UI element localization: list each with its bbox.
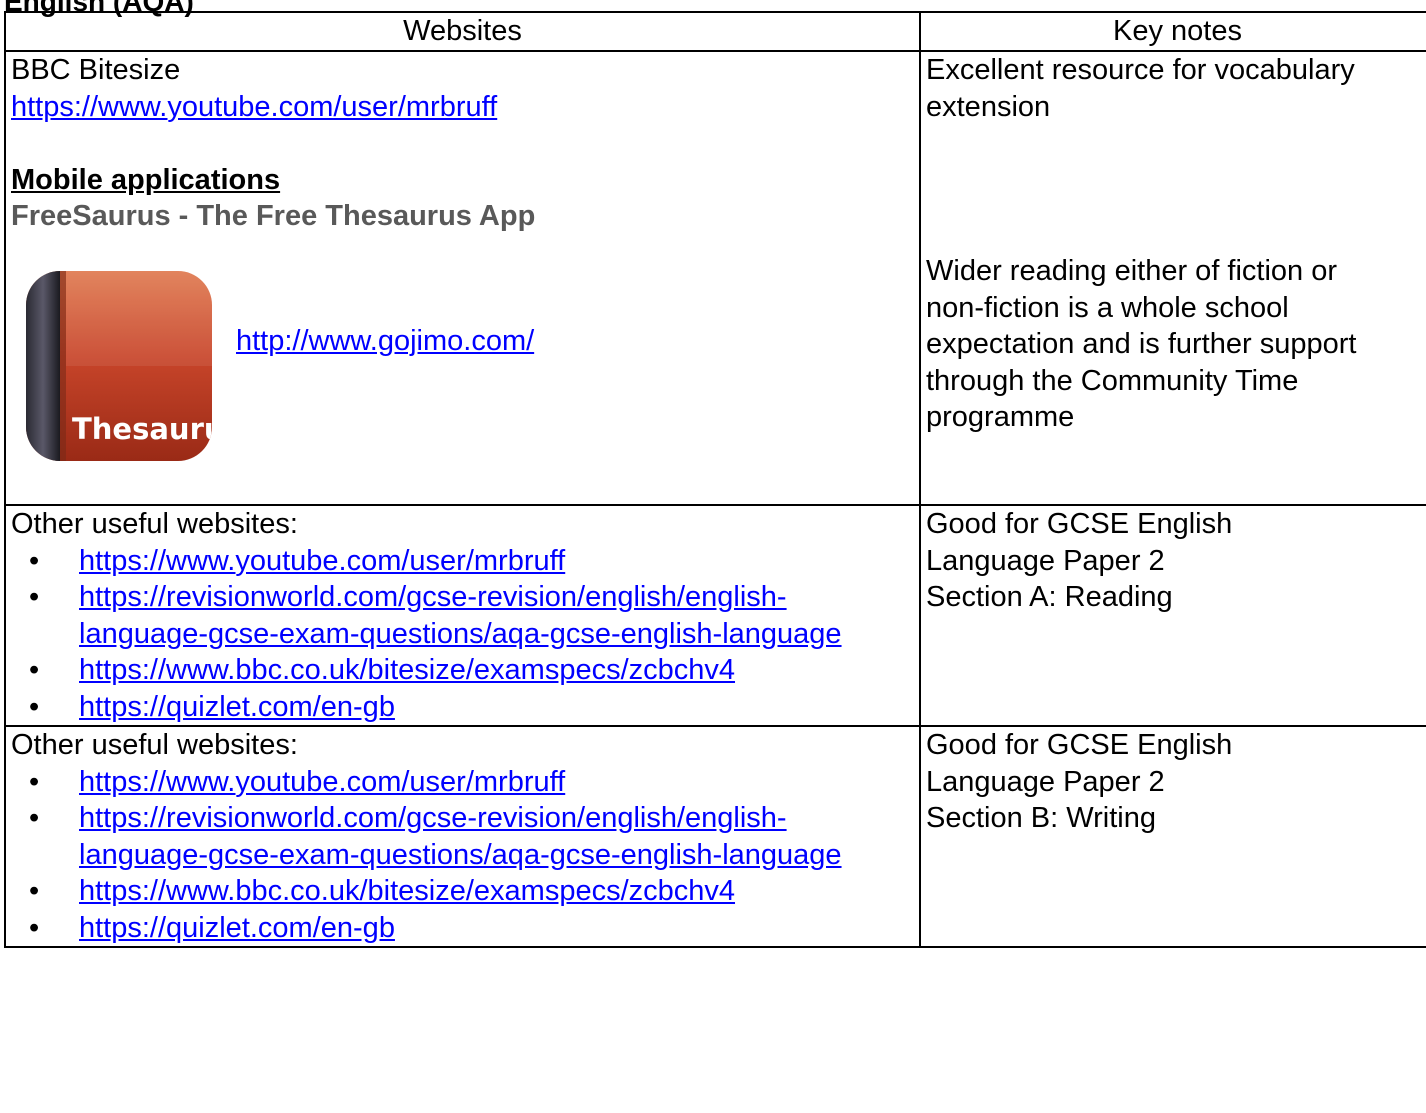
- note-line: Section A: Reading: [926, 581, 1173, 613]
- note-line: Section B: Writing: [926, 802, 1156, 834]
- link-list: https://www.youtube.com/user/mrbruff htt…: [11, 764, 919, 947]
- site-link[interactable]: https://www.youtube.com/user/mrbruff: [11, 89, 919, 126]
- note-line: through the Community Time: [926, 364, 1299, 397]
- resources-table: Websites Key notes BBC Bitesize https://…: [4, 11, 1426, 948]
- list-item: https://www.bbc.co.uk/bitesize/examspecs…: [11, 873, 919, 910]
- note-line: Wider reading either of fiction or: [926, 255, 1338, 287]
- websites-cell: Other useful websites: https://www.youtu…: [4, 504, 921, 727]
- app-icon-label: Thesaurus: [72, 412, 212, 446]
- link-revisionworld[interactable]: https://revisionworld.com/gcse-revision/…: [79, 802, 842, 871]
- app-block: Thesaurus http://www.gojimo.com/: [11, 270, 919, 461]
- header-key-notes: Key notes: [919, 11, 1426, 52]
- list-intro: Other useful websites:: [11, 508, 298, 540]
- list-intro: Other useful websites:: [11, 729, 298, 761]
- header-row: Websites Key notes: [4, 11, 1426, 52]
- header-websites: Websites: [4, 11, 921, 52]
- note-line: Excellent resource for vocabulary: [926, 54, 1355, 86]
- link-youtube-mrbruff[interactable]: https://www.youtube.com/user/mrbruff: [79, 545, 565, 577]
- note-line: Good for GCSE English: [926, 729, 1233, 761]
- link-bbc-bitesize[interactable]: https://www.bbc.co.uk/bitesize/examspecs…: [79, 654, 735, 686]
- list-item: https://quizlet.com/en-gb: [11, 910, 919, 947]
- link-quizlet[interactable]: https://quizlet.com/en-gb: [79, 691, 395, 723]
- table-row: Other useful websites: https://www.youtu…: [4, 504, 1426, 727]
- thesaurus-app-icon: Thesaurus: [26, 270, 212, 461]
- note-line: Language Paper 2: [926, 765, 1165, 798]
- list-item: https://www.bbc.co.uk/bitesize/examspecs…: [11, 652, 919, 689]
- note-line: non-fiction is a whole school: [926, 291, 1289, 324]
- table-row: Other useful websites: https://www.youtu…: [4, 725, 1426, 948]
- key-notes-cell: Good for GCSE English Language Paper 2 S…: [919, 504, 1426, 727]
- note-line: expectation and is further support: [926, 328, 1357, 360]
- note-line: Good for GCSE English: [926, 508, 1233, 540]
- link-quizlet[interactable]: https://quizlet.com/en-gb: [79, 912, 395, 944]
- link-revisionworld[interactable]: https://revisionworld.com/gcse-revision/…: [79, 581, 842, 650]
- table-row: BBC Bitesize https://www.youtube.com/use…: [4, 50, 1426, 506]
- list-item: https://www.youtube.com/user/mrbruff: [11, 764, 919, 801]
- link-youtube-mrbruff[interactable]: https://www.youtube.com/user/mrbruff: [79, 766, 565, 798]
- app-link[interactable]: http://www.gojimo.com/: [236, 323, 534, 360]
- list-item: https://www.youtube.com/user/mrbruff: [11, 543, 919, 580]
- key-notes-cell: Excellent resource for vocabulary extens…: [919, 50, 1426, 506]
- list-item: https://quizlet.com/en-gb: [11, 689, 919, 726]
- site-name: BBC Bitesize: [11, 54, 181, 86]
- note-line: extension: [926, 90, 1051, 123]
- list-item: https://revisionworld.com/gcse-revision/…: [11, 579, 919, 652]
- websites-cell: BBC Bitesize https://www.youtube.com/use…: [4, 50, 921, 506]
- app-name: FreeSaurus - The Free Thesaurus App: [11, 200, 536, 232]
- list-item: https://revisionworld.com/gcse-revision/…: [11, 800, 919, 873]
- mobile-applications-heading: Mobile applications: [11, 163, 281, 196]
- link-list: https://www.youtube.com/user/mrbruff htt…: [11, 543, 919, 726]
- note-line: programme: [926, 401, 1075, 433]
- key-notes-cell: Good for GCSE English Language Paper 2 S…: [919, 725, 1426, 948]
- note-line: Language Paper 2: [926, 544, 1165, 577]
- link-bbc-bitesize[interactable]: https://www.bbc.co.uk/bitesize/examspecs…: [79, 875, 735, 907]
- websites-cell: Other useful websites: https://www.youtu…: [4, 725, 921, 948]
